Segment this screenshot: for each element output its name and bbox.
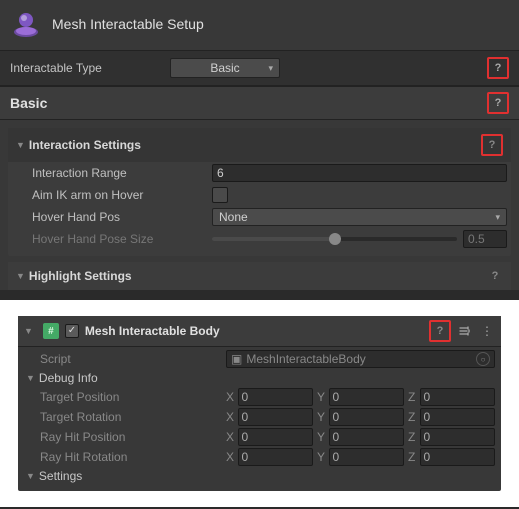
debug-info-label: Debug Info	[39, 371, 98, 385]
script-label: Script	[40, 352, 226, 366]
help-icon[interactable]: ?	[432, 323, 448, 339]
ray-hit-position-row: Ray Hit Position X Y Z	[18, 427, 501, 447]
axis-x-label: X	[226, 390, 235, 404]
hover-hand-size-value[interactable]	[463, 230, 507, 248]
ray-hit-rotation-x[interactable]	[238, 448, 313, 466]
interaction-range-input[interactable]	[212, 164, 507, 182]
interactable-type-value: Basic	[210, 61, 239, 75]
hover-hand-pos-value: None	[219, 210, 248, 224]
highlight-box: ?	[481, 134, 503, 156]
ray-hit-position-x[interactable]	[238, 428, 313, 446]
basic-section-title: Basic	[10, 95, 487, 111]
ray-hit-position-z[interactable]	[420, 428, 495, 446]
presets-icon[interactable]	[457, 323, 473, 339]
aim-ik-row: Aim IK arm on Hover	[8, 184, 511, 206]
help-icon[interactable]: ?	[484, 137, 500, 153]
hover-hand-pos-label: Hover Hand Pos	[32, 210, 212, 224]
component-header: Mesh Interactable Setup	[0, 0, 519, 50]
mesh-logo-icon	[10, 8, 42, 40]
hover-hand-pos-row: Hover Hand Pos None ▾	[8, 206, 511, 228]
target-rotation-x[interactable]	[238, 408, 313, 426]
foldout-icon: ▼	[16, 140, 25, 150]
highlight-box: ?	[429, 320, 451, 342]
hover-hand-pos-dropdown[interactable]: None ▾	[212, 208, 507, 226]
script-glyph-icon: ▣	[231, 352, 242, 366]
mesh-interactable-body-component: ▼ # Mesh Interactable Body ? ⋮ Script ▣ …	[18, 316, 501, 491]
target-position-y[interactable]	[329, 388, 404, 406]
foldout-icon: ▼	[24, 326, 33, 336]
highlight-settings-header[interactable]: ▼ Highlight Settings ?	[8, 262, 511, 290]
script-field: ▣ MeshInteractableBody ○	[226, 350, 495, 368]
hover-hand-size-slider[interactable]	[212, 237, 457, 241]
enable-checkbox[interactable]	[65, 324, 79, 338]
settings-header[interactable]: ▼ Settings	[18, 467, 501, 485]
foldout-icon: ▼	[16, 271, 25, 281]
ray-hit-rotation-z[interactable]	[420, 448, 495, 466]
interaction-settings-section: ▼ Interaction Settings ? Interaction Ran…	[8, 128, 511, 256]
interaction-range-label: Interaction Range	[32, 166, 212, 180]
settings-label: Settings	[39, 469, 82, 483]
highlight-settings-title: Highlight Settings	[29, 269, 487, 283]
script-row: Script ▣ MeshInteractableBody ○	[18, 349, 501, 369]
highlight-box: ?	[487, 92, 509, 114]
foldout-icon: ▼	[26, 471, 35, 481]
target-rotation-y[interactable]	[329, 408, 404, 426]
axis-y-label: Y	[317, 390, 326, 404]
ray-hit-position-y[interactable]	[329, 428, 404, 446]
target-position-label: Target Position	[40, 390, 226, 404]
interactable-type-row: Interactable Type Basic ▾ ?	[0, 50, 519, 86]
chevron-down-icon: ▾	[268, 63, 273, 74]
foldout-icon: ▼	[26, 373, 35, 383]
basic-section-header: Basic ?	[0, 86, 519, 120]
target-rotation-z[interactable]	[420, 408, 495, 426]
script-icon: #	[43, 323, 59, 339]
interactable-type-label: Interactable Type	[10, 61, 170, 75]
script-value: MeshInteractableBody	[246, 352, 365, 366]
help-icon[interactable]: ?	[487, 268, 503, 284]
interactable-type-dropdown[interactable]: Basic ▾	[170, 58, 280, 78]
object-picker-icon[interactable]: ○	[476, 352, 490, 366]
chevron-down-icon: ▾	[495, 212, 500, 223]
highlight-settings-section: ▼ Highlight Settings ?	[8, 262, 511, 290]
ray-hit-rotation-y[interactable]	[329, 448, 404, 466]
target-position-z[interactable]	[420, 388, 495, 406]
highlight-box: ?	[487, 57, 509, 79]
component-name: Mesh Interactable Body	[85, 324, 423, 338]
interaction-range-row: Interaction Range	[8, 162, 511, 184]
component-header-bar[interactable]: ▼ # Mesh Interactable Body ? ⋮	[18, 316, 501, 347]
interaction-settings-header[interactable]: ▼ Interaction Settings ?	[8, 128, 511, 162]
axis-z-label: Z	[408, 390, 417, 404]
debug-info-header[interactable]: ▼ Debug Info	[18, 369, 501, 387]
ray-hit-position-label: Ray Hit Position	[40, 430, 226, 444]
hover-hand-size-row: Hover Hand Pose Size	[8, 228, 511, 250]
help-icon[interactable]: ?	[490, 95, 506, 111]
ray-hit-rotation-label: Ray Hit Rotation	[40, 450, 226, 464]
aim-ik-label: Aim IK arm on Hover	[32, 188, 212, 202]
interaction-settings-title: Interaction Settings	[29, 138, 481, 152]
target-position-x[interactable]	[238, 388, 313, 406]
hover-hand-size-label: Hover Hand Pose Size	[32, 232, 212, 246]
target-position-row: Target Position X Y Z	[18, 387, 501, 407]
component-title: Mesh Interactable Setup	[52, 16, 204, 32]
ray-hit-rotation-row: Ray Hit Rotation X Y Z	[18, 447, 501, 467]
target-rotation-label: Target Rotation	[40, 410, 226, 424]
aim-ik-checkbox[interactable]	[212, 187, 228, 203]
target-rotation-row: Target Rotation X Y Z	[18, 407, 501, 427]
help-icon[interactable]: ?	[490, 60, 506, 76]
kebab-menu-icon[interactable]: ⋮	[479, 323, 495, 339]
